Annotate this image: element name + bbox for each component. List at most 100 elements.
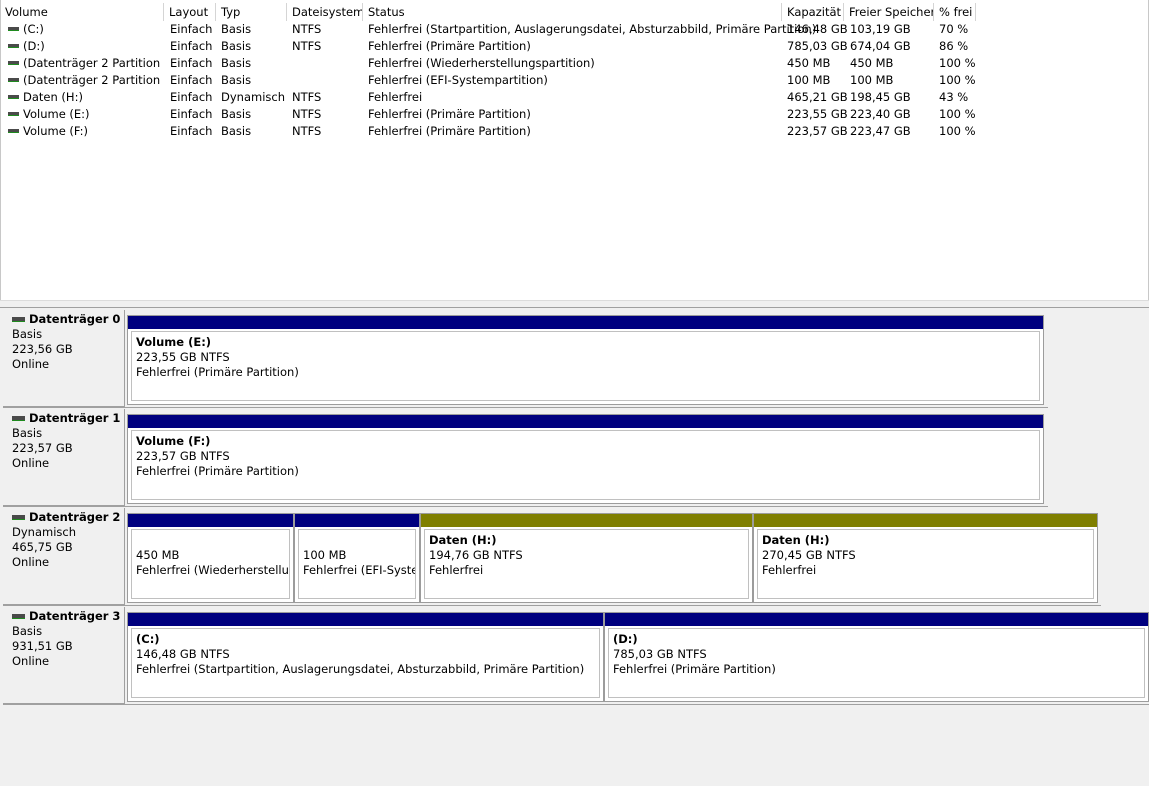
cell-dateisystem: NTFS (292, 107, 322, 121)
disk-state: Online (12, 456, 50, 470)
partition-name: (C:) (136, 632, 160, 646)
disk-divider (3, 506, 1048, 507)
partition-size: 270,45 GB NTFS (762, 548, 856, 562)
column-header-freier-speicher[interactable]: Freier Speicher (845, 3, 934, 21)
disk-size: 223,56 GB (12, 342, 73, 356)
cell-prozent: 100 % (939, 73, 976, 87)
volume-name: (D:) (23, 39, 45, 53)
cell-typ: Basis (221, 73, 252, 87)
disk-info[interactable]: Datenträger 1 Basis 223,57 GB Online (3, 409, 125, 506)
partition-status: Fehlerfrei (Primäre Partition) (613, 662, 776, 676)
partition-block[interactable]: 450 MB Fehlerfrei (Wiederherstellung (127, 513, 294, 603)
partition-name: Volume (F:) (136, 434, 211, 448)
partition-block[interactable]: (C:) 146,48 GB NTFS Fehlerfrei (Startparti… (127, 612, 604, 702)
cell-kapazitaet: 223,55 GB (787, 107, 848, 121)
cell-dateisystem: NTFS (292, 90, 322, 104)
column-header-kapazitaet[interactable]: Kapazität (783, 3, 844, 21)
partition-name: Daten (H:) (762, 533, 830, 547)
partition-block[interactable]: 100 MB Fehlerfrei (EFI-Systen (294, 513, 420, 603)
partition-block[interactable]: Daten (H:) 194,76 GB NTFS Fehlerfrei (420, 513, 753, 603)
volume-row[interactable]: (C:) Einfach Basis NTFS Fehlerfrei (Startpar… (1, 21, 1001, 38)
disk-info[interactable]: Datenträger 2 Dynamisch 465,75 GB Online (3, 508, 125, 605)
partition-type-bar (605, 613, 1148, 626)
disk-divider (3, 605, 1101, 606)
pane-splitter[interactable] (0, 300, 1149, 308)
disk-size: 465,75 GB (12, 540, 73, 554)
disk-type: Dynamisch (12, 525, 76, 539)
cell-layout: Einfach (170, 90, 213, 104)
volume-row[interactable]: Volume (E:) Einfach Basis NTFS Fehlerfrei (P… (1, 106, 1001, 123)
partition-details: (C:) 146,48 GB NTFS Fehlerfrei (Startparti… (131, 628, 600, 698)
partition-size: 100 MB (303, 548, 347, 562)
drive-icon (8, 77, 19, 82)
partition-details: (D:) 785,03 GB NTFS Fehlerfrei (Primäre Pa… (608, 628, 1145, 698)
partition-details: 450 MB Fehlerfrei (Wiederherstellung (131, 529, 290, 599)
partition-type-bar (421, 514, 752, 527)
cell-typ: Dynamisch (221, 90, 285, 104)
disk-type: Basis (12, 327, 43, 341)
cell-volume: Daten (H:) (8, 89, 164, 106)
disk-icon (12, 614, 25, 619)
cell-status: Fehlerfrei (EFI-Systempartition) (368, 73, 548, 87)
volume-row[interactable]: (Datenträger 2 Partition 1) Einfach Basis F… (1, 55, 1001, 72)
column-header-layout[interactable]: Layout (165, 3, 216, 21)
volume-name: (C:) (23, 22, 44, 36)
partition-type-bar (128, 514, 293, 527)
partition-size: 194,76 GB NTFS (429, 548, 523, 562)
column-header-dateisystem[interactable]: Dateisystem (288, 3, 363, 21)
disk-size: 223,57 GB (12, 441, 73, 455)
cell-kapazitaet: 100 MB (787, 73, 831, 87)
volume-row[interactable]: (D:) Einfach Basis NTFS Fehlerfrei (Primäre … (1, 38, 1001, 55)
partition-block[interactable]: Volume (E:) 223,55 GB NTFS Fehlerfrei (Pri… (127, 315, 1044, 405)
partition-status: Fehlerfrei (Primäre Partition) (136, 365, 299, 379)
cell-prozent: 86 % (939, 39, 969, 53)
cell-layout: Einfach (170, 73, 213, 87)
cell-frei: 198,45 GB (850, 90, 911, 104)
partition-details: 100 MB Fehlerfrei (EFI-Systen (298, 529, 416, 599)
cell-kapazitaet: 146,48 GB (787, 22, 848, 36)
volume-row[interactable]: Volume (F:) Einfach Basis NTFS Fehlerfrei (P… (1, 123, 1001, 140)
volume-name: Volume (E:) (23, 107, 90, 121)
partition-type-bar (754, 514, 1097, 527)
column-header-prozent-frei[interactable]: % frei (935, 3, 976, 21)
partition-block[interactable]: Volume (F:) 223,57 GB NTFS Fehlerfrei (Pri… (127, 414, 1044, 504)
cell-dateisystem: NTFS (292, 39, 322, 53)
volume-row[interactable]: Daten (H:) Einfach Dynamisch NTFS Fehlerfrei… (1, 89, 1001, 106)
column-header-volume[interactable]: Volume (1, 3, 164, 21)
disk-icon (12, 515, 25, 520)
volume-name: Daten (H:) (23, 90, 83, 104)
partition-block[interactable]: Daten (H:) 270,45 GB NTFS Fehlerfrei (753, 513, 1098, 603)
cell-typ: Basis (221, 107, 252, 121)
cell-prozent: 43 % (939, 90, 969, 104)
partition-block[interactable]: (D:) 785,03 GB NTFS Fehlerfrei (Primäre Pa… (604, 612, 1149, 702)
column-header-typ[interactable]: Typ (217, 3, 287, 21)
volume-rows: (C:) Einfach Basis NTFS Fehlerfrei (Startpar… (1, 21, 1001, 140)
disk-title: Datenträger 3 (12, 609, 124, 624)
disk-info[interactable]: Datenträger 0 Basis 223,56 GB Online (3, 310, 125, 407)
cell-dateisystem: NTFS (292, 22, 322, 36)
disk-title: Datenträger 1 (12, 411, 124, 426)
cell-prozent: 100 % (939, 124, 976, 138)
cell-kapazitaet: 785,03 GB (787, 39, 848, 53)
disk-icon (12, 317, 25, 322)
partition-type-bar (128, 415, 1043, 428)
list-header: Volume Layout Typ Dateisystem Status Kap… (1, 3, 976, 21)
disk-graphical-view: Datenträger 0 Basis 223,56 GB Online Volume … (3, 310, 1149, 786)
cell-kapazitaet: 223,57 GB (787, 124, 848, 138)
cell-volume: Volume (F:) (8, 123, 164, 140)
drive-icon (8, 94, 19, 99)
partition-status: Fehlerfrei (Startpartition, Auslagerungs… (136, 662, 585, 676)
partition-name (303, 533, 415, 548)
cell-volume: (Datenträger 2 Partition 1) (8, 55, 164, 72)
disk-row: Datenträger 3 Basis 931,51 GB Online (C:) 146… (3, 607, 1149, 706)
drive-icon (8, 26, 19, 31)
disk-title: Datenträger 0 (12, 312, 124, 327)
volume-name: (Datenträger 2 Partition 1) (23, 56, 164, 70)
cell-layout: Einfach (170, 124, 213, 138)
volume-list[interactable]: Volume Layout Typ Dateisystem Status Kap… (0, 0, 1149, 300)
disk-row: Datenträger 0 Basis 223,56 GB Online Volume … (3, 310, 1149, 409)
column-header-status[interactable]: Status (364, 3, 782, 21)
partition-size: 223,55 GB NTFS (136, 350, 230, 364)
volume-row[interactable]: (Datenträger 2 Partition 2) Einfach Basis F… (1, 72, 1001, 89)
disk-info[interactable]: Datenträger 3 Basis 931,51 GB Online (3, 607, 125, 704)
